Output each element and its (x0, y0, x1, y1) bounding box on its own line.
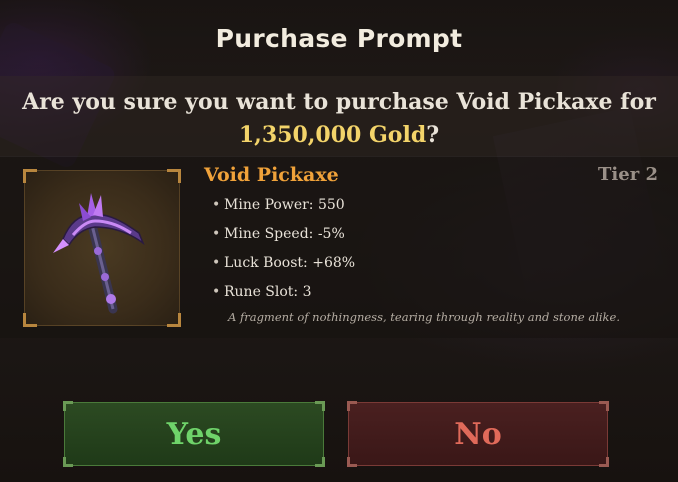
price-text: 1,350,000 Gold (238, 122, 427, 148)
button-corner (315, 401, 325, 411)
item-tier: Tier 2 (598, 164, 658, 185)
bullet-icon: • (212, 226, 221, 242)
dialog-title: Purchase Prompt (215, 23, 463, 53)
button-corner (63, 457, 73, 467)
stat-mine-power: • Mine Power: 550 (212, 194, 355, 223)
frame-corner (23, 169, 37, 183)
stat-label: Luck Boost: (224, 255, 308, 271)
stat-value: +68% (312, 255, 356, 271)
no-button-label: No (454, 416, 502, 452)
stat-rune-slot: • Rune Slot: 3 (212, 281, 355, 310)
void-pickaxe-icon (53, 193, 147, 314)
stat-label: Mine Power: (224, 197, 314, 213)
button-corner (315, 457, 325, 467)
yes-button-label: Yes (166, 416, 222, 452)
question-text: Are you sure you want to purchase Void P… (22, 89, 656, 115)
stat-label: Mine Speed: (224, 226, 314, 242)
item-description: A fragment of nothingness, tearing throu… (228, 310, 620, 324)
button-corner (347, 401, 357, 411)
dialog-header: Purchase Prompt (0, 0, 678, 76)
yes-button[interactable]: Yes (63, 401, 325, 467)
stat-value: 3 (302, 284, 312, 300)
item-stats: • Mine Power: 550 • Mine Speed: -5% • Luck … (212, 194, 355, 310)
stat-value: 550 (317, 197, 345, 213)
frame-corner (23, 313, 37, 327)
item-icon-frame (23, 169, 181, 327)
stat-mine-speed: • Mine Speed: -5% (212, 223, 355, 252)
question-mark: ? (426, 122, 440, 148)
stat-value: -5% (317, 226, 345, 242)
bullet-icon: • (212, 255, 221, 271)
bullet-icon: • (212, 284, 221, 300)
button-corner (599, 457, 609, 467)
bullet-icon: • (212, 197, 221, 213)
button-corner (63, 401, 73, 411)
no-button[interactable]: No (347, 401, 609, 467)
item-name: Void Pickaxe (204, 164, 339, 186)
question-price-line: 1,350,000 Gold? (0, 120, 678, 150)
purchase-question: Are you sure you want to purchase Void P… (0, 76, 678, 156)
stat-label: Rune Slot: (224, 284, 299, 300)
button-corner (347, 457, 357, 467)
frame-corner (167, 169, 181, 183)
stat-luck-boost: • Luck Boost: +68% (212, 252, 355, 281)
button-corner (599, 401, 609, 411)
frame-corner (167, 313, 181, 327)
